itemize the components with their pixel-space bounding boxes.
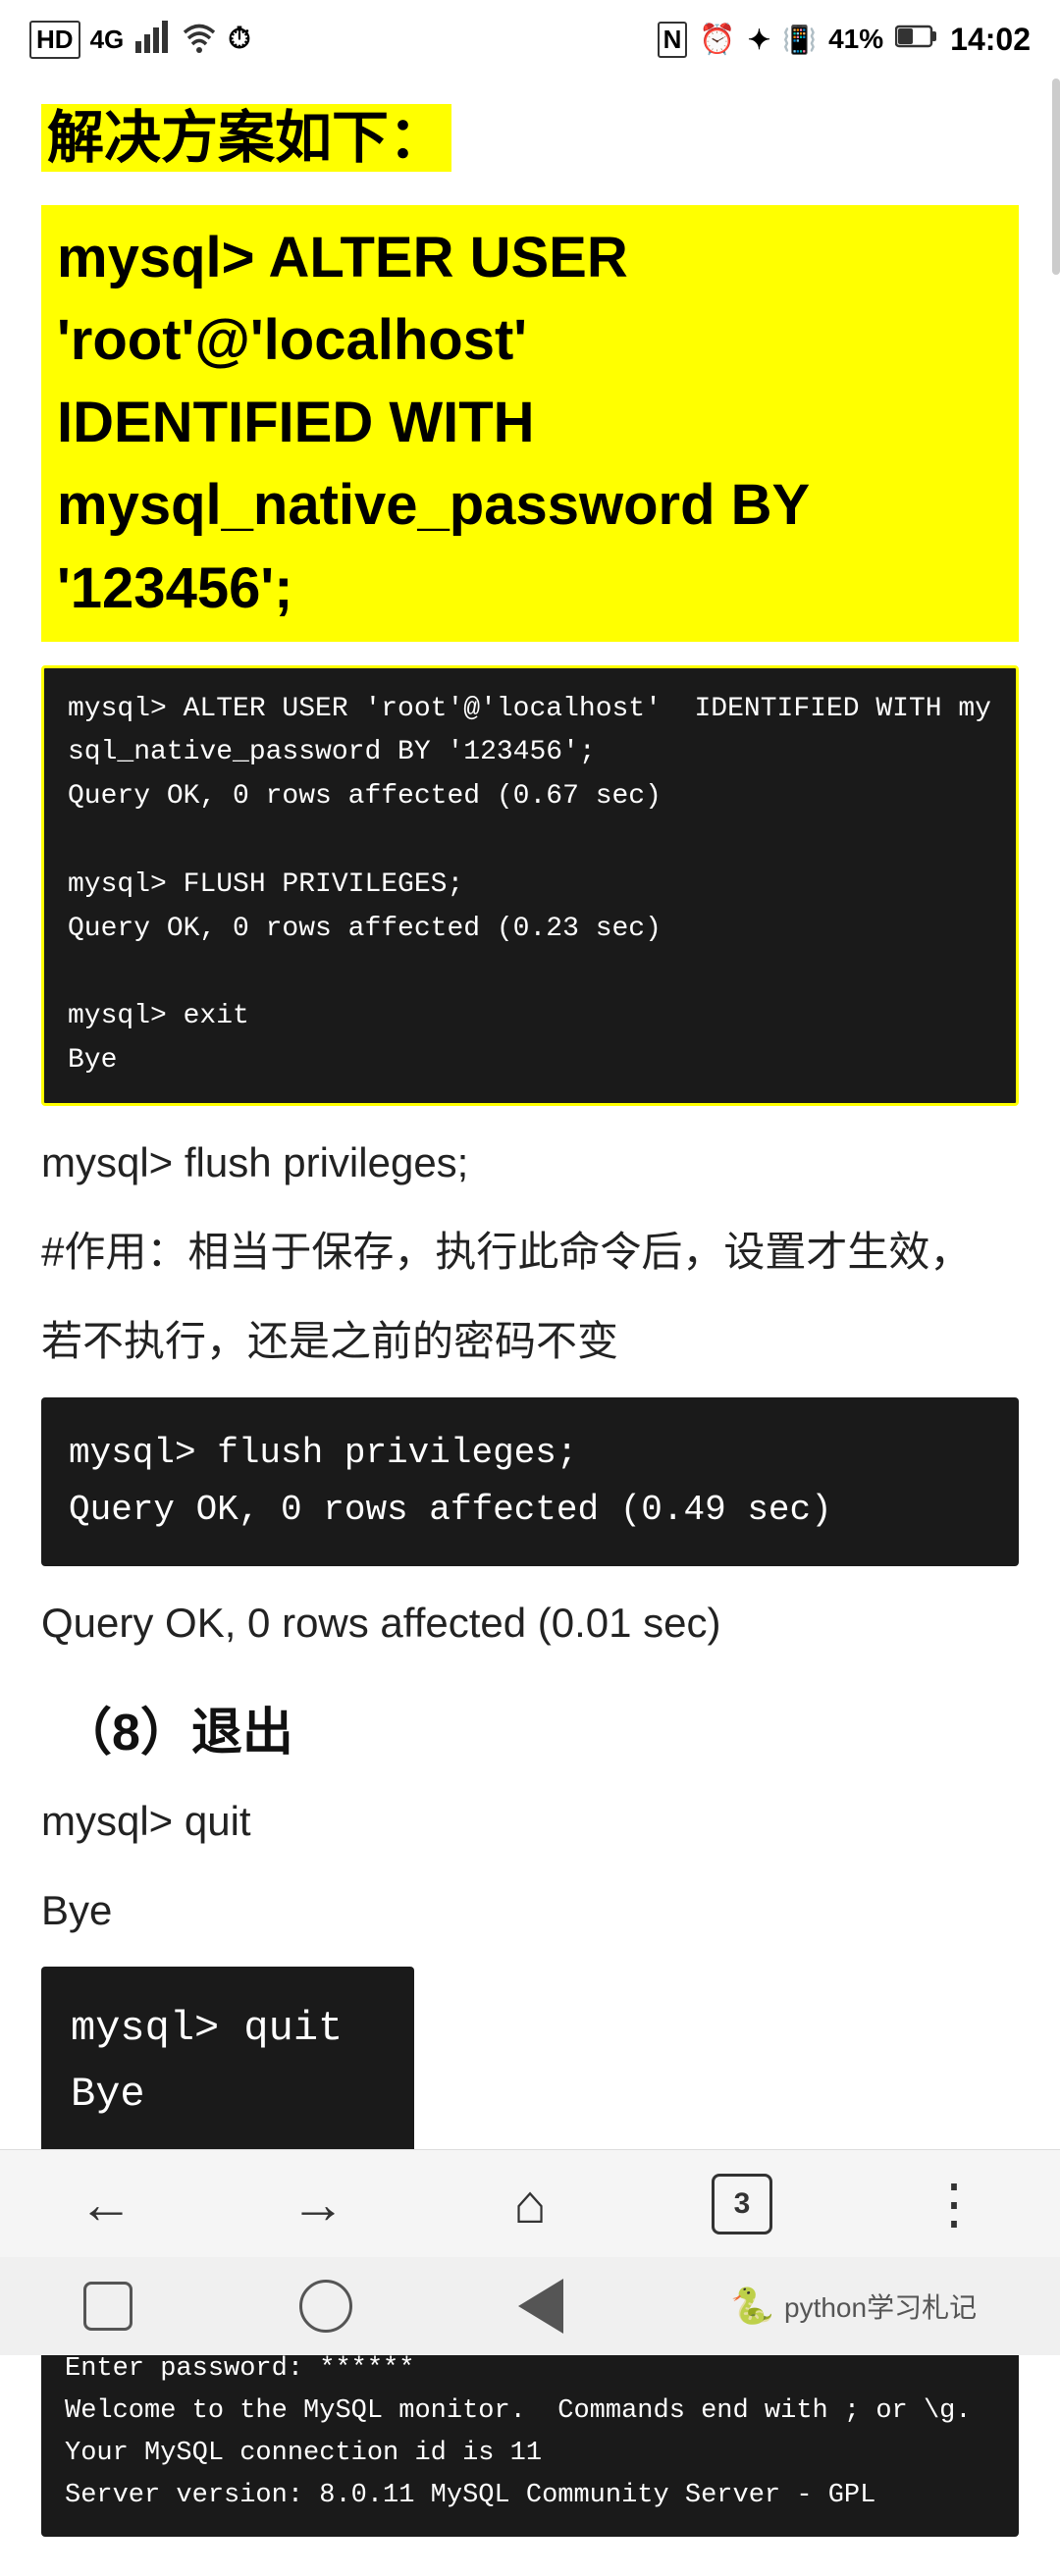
section8-heading: （8）退出 (41, 1691, 1019, 1764)
solution-heading-block: 解决方案如下： (41, 98, 1019, 178)
tabs-button[interactable]: 3 (693, 2165, 791, 2243)
timer-icon: ⏱ (228, 23, 250, 56)
alarm-icon: ⏰ (699, 23, 735, 57)
back-gesture-button[interactable] (518, 2279, 563, 2334)
terminal-block-2: mysql> flush privileges; Query OK, 0 row… (41, 1397, 1019, 1565)
status-right: N ⏰ ✦ 📳 41% 14:02 (658, 22, 1031, 58)
app-icon: 🐍 (730, 2286, 774, 2327)
query-result: Query OK, 0 rows affected (0.01 sec) (41, 1590, 1019, 1656)
battery-icon (895, 24, 938, 56)
status-left: HD 4G ⏱ (29, 18, 251, 62)
app-label-area: 🐍 python学习札记 (730, 2286, 977, 2327)
scrollbar[interactable] (1052, 79, 1060, 275)
menu-button[interactable]: ⋮ (905, 2165, 1003, 2243)
nfc-icon: N (658, 22, 688, 58)
home-gesture-icon (299, 2280, 352, 2333)
comment-heading: #作用：相当于保存，执行此命令后，设置才生效， (41, 1219, 1019, 1285)
back-button[interactable]: ← (57, 2165, 155, 2243)
back-icon: ← (79, 2172, 133, 2235)
alter-line1: mysql> ALTER USER 'root'@'localhost' (57, 217, 1003, 382)
bye-text: Bye (41, 1877, 1019, 1943)
flush-command: mysql> flush privileges; (41, 1130, 1019, 1195)
terminal-block-3: mysql> quit Bye (41, 1967, 414, 2157)
signal-4g: 4G (90, 25, 125, 55)
time: 14:02 (950, 22, 1031, 58)
menu-icon: ⋮ (927, 2172, 981, 2236)
signal-bars (133, 18, 171, 62)
alter-line3: mysql_native_password BY '123456'; (57, 464, 1003, 629)
home-gesture-button[interactable] (299, 2280, 352, 2333)
solution-heading: 解决方案如下： (41, 104, 451, 172)
vibrate-icon: 📳 (782, 24, 817, 56)
wifi-icon (181, 18, 218, 62)
nav-bar: ← → ⌂ 3 ⋮ (0, 2149, 1060, 2257)
battery-percent: 41% (828, 24, 883, 55)
tabs-count: 3 (734, 2187, 751, 2221)
comment-body: 若不执行，还是之前的密码不变 (41, 1308, 1019, 1374)
quit-command: mysql> quit (41, 1788, 1019, 1854)
terminal-block-1: mysql> ALTER USER 'root'@'localhost' IDE… (41, 665, 1019, 1106)
home-icon: ⌂ (513, 2172, 547, 2235)
gesture-bar: 🐍 python学习札记 (0, 2257, 1060, 2355)
alter-line2: IDENTIFIED WITH (57, 382, 1003, 464)
recents-button[interactable] (83, 2282, 132, 2331)
home-button[interactable]: ⌂ (481, 2165, 579, 2243)
recents-icon (83, 2282, 132, 2331)
alter-command-block: mysql> ALTER USER 'root'@'localhost' IDE… (41, 205, 1019, 641)
bluetooth-icon: ✦ (748, 24, 770, 56)
tabs-badge: 3 (712, 2174, 772, 2234)
status-bar: HD 4G ⏱ N ⏰ ✦ 📳 41% (0, 0, 1060, 79)
forward-button[interactable]: → (269, 2165, 367, 2243)
hd-icon: HD (29, 21, 80, 59)
forward-icon: → (291, 2172, 345, 2235)
back-gesture-icon (518, 2279, 563, 2334)
app-label: python学习札记 (784, 2287, 977, 2326)
